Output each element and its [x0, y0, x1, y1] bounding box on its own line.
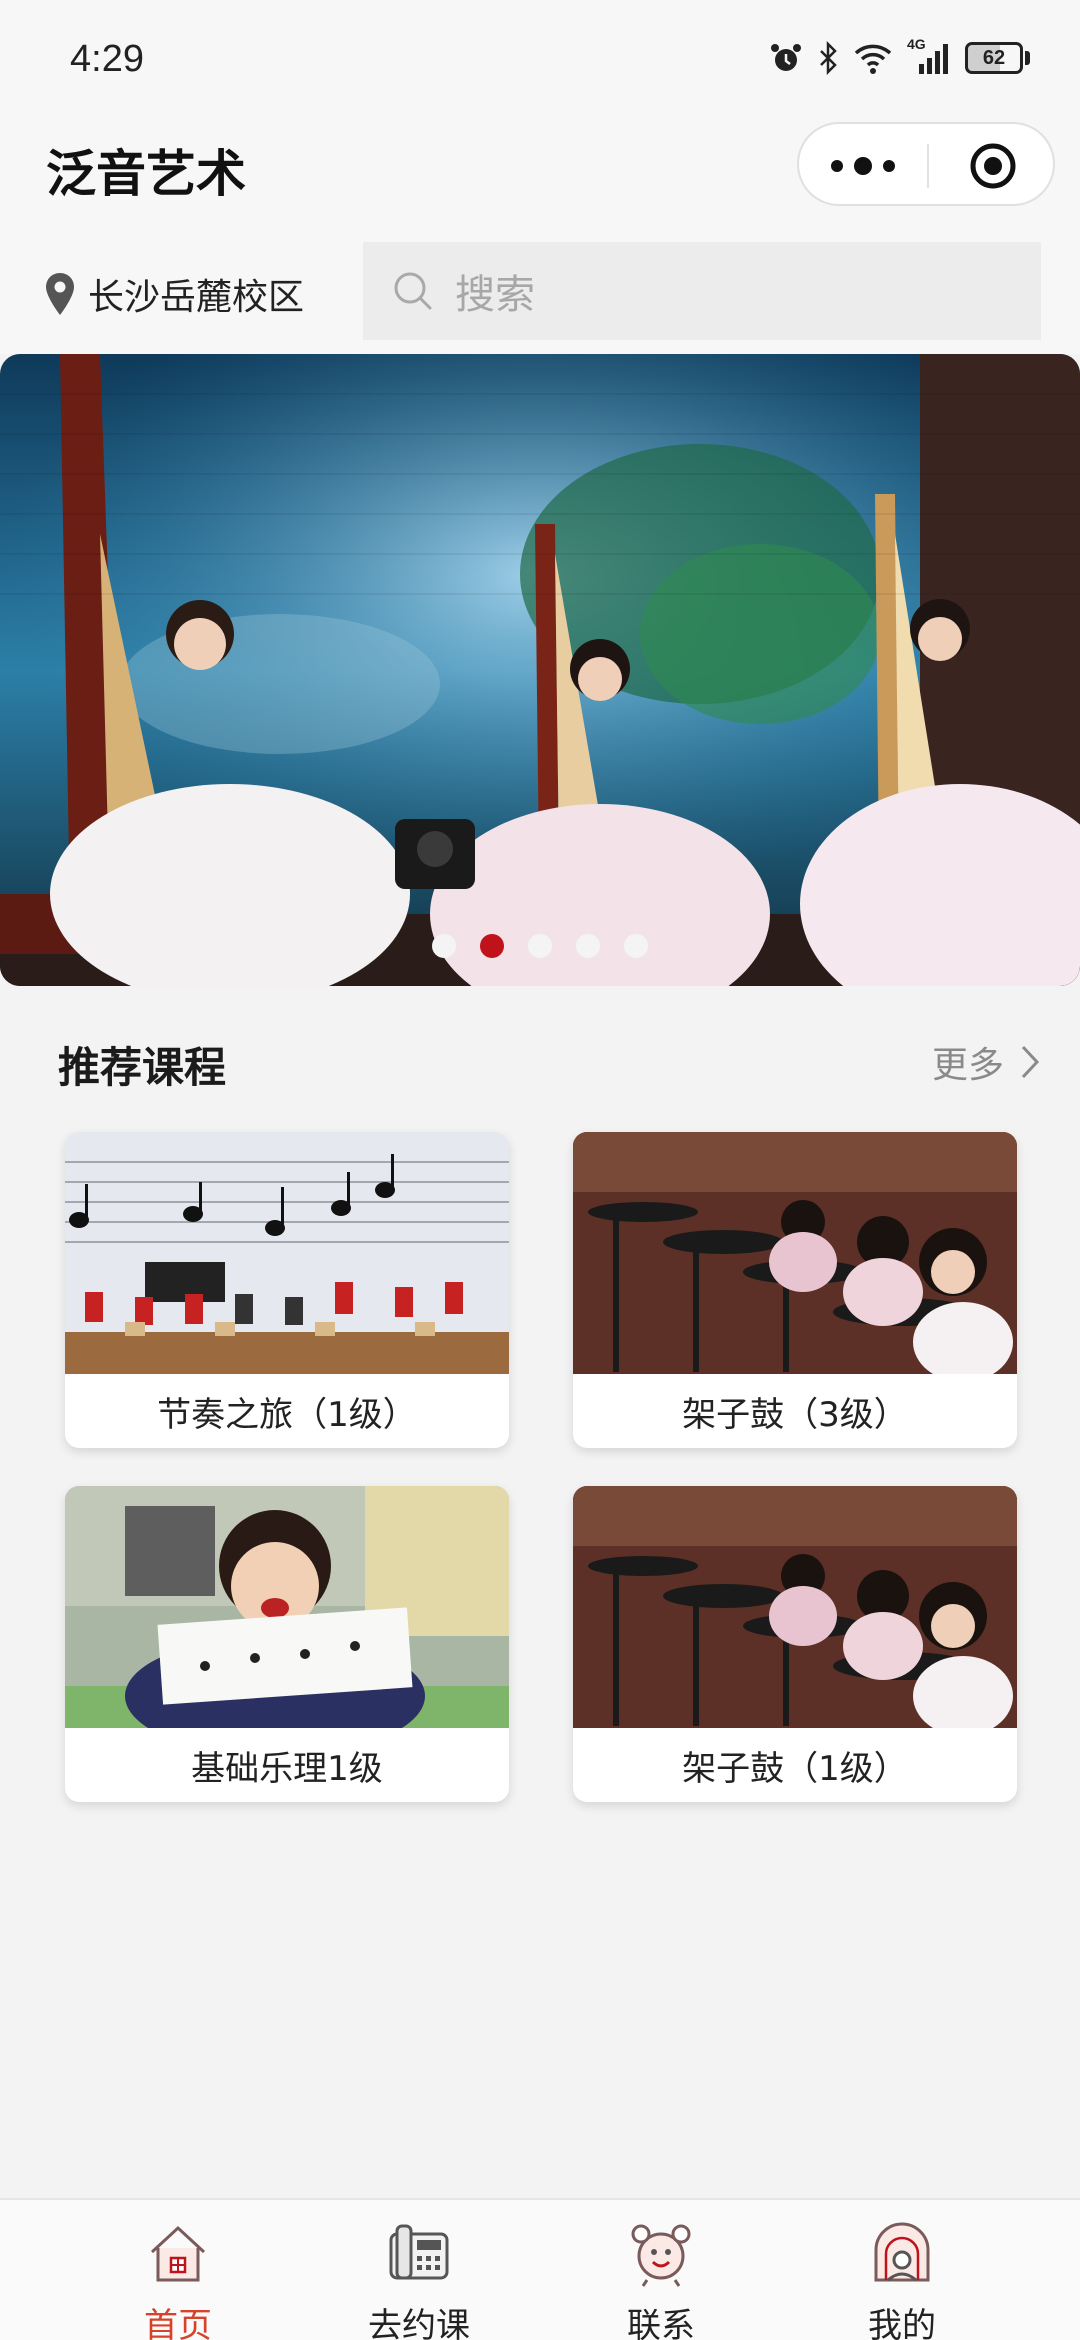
more-link[interactable]: 更多 — [932, 1036, 1040, 1088]
location-pin-icon — [46, 273, 74, 315]
course-thumbnail — [65, 1132, 509, 1374]
course-title: 基础乐理1级 — [191, 1748, 383, 1789]
course-card[interactable]: 架子鼓（3级） — [573, 1132, 1017, 1448]
wifi-icon — [854, 44, 892, 74]
navbar: 泛音艺术 — [0, 110, 1080, 240]
alarm-icon — [771, 44, 801, 71]
banner-carousel[interactable] — [0, 354, 1080, 986]
tab-home[interactable]: 首页 — [78, 2200, 278, 2340]
course-card[interactable]: 基础乐理1级 — [65, 1486, 509, 1802]
bottom-tab-bar: 首页 去约课 联系 我的 — [0, 2198, 1080, 2340]
more-label: 更多 — [931, 1045, 1004, 1086]
tab-label: 去约课 — [368, 2306, 470, 2340]
carousel-dot[interactable] — [576, 934, 600, 958]
campus-name: 长沙岳麓校区 — [88, 277, 305, 318]
location-search-row: 长沙岳麓校区 搜索 — [0, 240, 1080, 354]
tab-mine[interactable]: 我的 — [802, 2200, 1002, 2340]
carousel-indicators — [0, 934, 1080, 958]
tab-contact[interactable]: 联系 — [561, 2200, 761, 2340]
search-input[interactable]: 搜索 — [363, 242, 1041, 340]
search-placeholder: 搜索 — [455, 272, 535, 318]
bluetooth-icon — [820, 41, 837, 75]
carousel-dot[interactable] — [528, 934, 552, 958]
signal-icon — [919, 44, 948, 74]
carousel-dot[interactable] — [624, 934, 648, 958]
battery-icon: 62 — [965, 42, 1030, 74]
more-options-button[interactable] — [831, 148, 895, 184]
status-icons: 4G 62 — [769, 36, 1030, 80]
course-title: 架子鼓（3级） — [682, 1394, 908, 1435]
course-card[interactable]: 节奏之旅（1级） — [65, 1132, 509, 1448]
mini-program-capsule — [797, 122, 1055, 206]
course-title: 节奏之旅（1级） — [157, 1394, 417, 1435]
alarm-clock-icon — [631, 2224, 691, 2287]
course-title: 架子鼓（1级） — [682, 1748, 908, 1789]
capsule-divider — [927, 144, 929, 188]
status-bar: 4:29 4G 62 — [0, 0, 1080, 110]
close-target-icon[interactable] — [969, 142, 1017, 190]
house-icon — [150, 2225, 206, 2282]
chevron-right-icon — [1021, 1045, 1040, 1079]
carousel-dot[interactable] — [432, 934, 456, 958]
profile-icon — [874, 2222, 930, 2282]
tab-label: 首页 — [144, 2306, 212, 2340]
status-time: 4:29 — [70, 38, 144, 80]
search-icon — [394, 272, 432, 310]
battery-level: 62 — [965, 42, 1023, 74]
tab-label: 联系 — [627, 2306, 695, 2340]
section-title: 推荐课程 — [58, 1043, 227, 1092]
carousel-dot-active[interactable] — [480, 934, 504, 958]
tab-label: 我的 — [868, 2306, 936, 2340]
phone-icon — [389, 2224, 449, 2280]
banner-image — [0, 354, 1080, 986]
course-thumbnail — [573, 1132, 1017, 1374]
course-thumbnail — [65, 1486, 509, 1728]
signal-indicator: 4G — [907, 36, 951, 76]
course-card[interactable]: 架子鼓（1级） — [573, 1486, 1017, 1802]
campus-selector[interactable]: 长沙岳麓校区 — [44, 264, 304, 324]
course-thumbnail — [573, 1486, 1017, 1728]
app-title: 泛音艺术 — [46, 145, 246, 203]
tab-book-class[interactable]: 去约课 — [319, 2200, 519, 2340]
